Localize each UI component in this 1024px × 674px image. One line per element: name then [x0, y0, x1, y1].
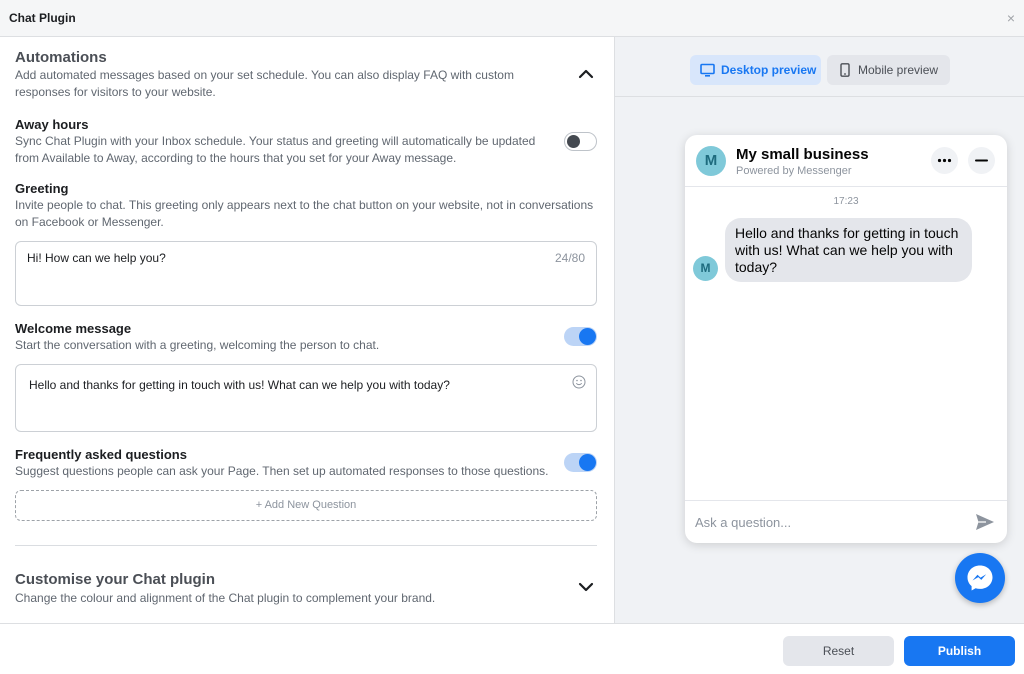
preview-toolbar: Desktop preview Mobile preview — [615, 37, 1024, 97]
minimize-button[interactable] — [968, 147, 995, 174]
welcome-message-input-value: Hello and thanks for getting in touch wi… — [29, 378, 450, 392]
messenger-icon — [967, 565, 993, 591]
reset-button[interactable]: Reset — [783, 636, 894, 666]
chat-composer[interactable]: Ask a question... — [685, 500, 1007, 543]
chevron-up-icon[interactable] — [577, 67, 595, 81]
avatar: M — [696, 146, 726, 176]
welcome-message-description: Start the conversation with a greeting, … — [15, 338, 380, 352]
settings-panel: Automations Add automated messages based… — [0, 37, 614, 623]
toggle-knob — [567, 135, 580, 148]
more-icon — [937, 158, 952, 163]
chevron-down-icon[interactable] — [577, 580, 595, 594]
greeting-char-count: 24/80 — [554, 251, 585, 265]
preview-panel: Desktop preview Mobile preview M My smal… — [614, 37, 1024, 623]
business-name: My small business — [736, 146, 869, 163]
automations-description: Add automated messages based on your set… — [15, 68, 514, 99]
powered-by-text: Powered by Messenger — [736, 165, 852, 177]
add-new-question-button[interactable]: + Add New Question — [15, 490, 597, 521]
away-hours-title: Away hours — [15, 117, 89, 132]
desktop-preview-label: Desktop preview — [721, 63, 817, 77]
faq-description: Suggest questions people can ask your Pa… — [15, 464, 549, 478]
window-title: Chat Plugin — [9, 11, 76, 25]
toggle-knob — [579, 328, 596, 345]
welcome-message-toggle[interactable] — [564, 327, 597, 346]
mobile-icon — [840, 63, 850, 77]
close-icon[interactable]: × — [1007, 9, 1015, 27]
section-divider — [15, 545, 597, 546]
chat-preview-window: M My small business Powered by Messenger… — [685, 135, 1007, 543]
send-icon[interactable] — [975, 512, 995, 532]
greeting-input-value: Hi! How can we help you? — [27, 251, 166, 265]
title-bar: Chat Plugin × — [0, 0, 1024, 37]
smiley-icon[interactable] — [572, 375, 586, 389]
desktop-preview-button[interactable]: Desktop preview — [690, 55, 821, 85]
footer-bar: Reset Publish — [0, 623, 1024, 674]
publish-button[interactable]: Publish — [904, 636, 1015, 666]
welcome-message-title: Welcome message — [15, 321, 132, 336]
chat-header: M My small business Powered by Messenger — [685, 135, 1007, 187]
faq-title: Frequently asked questions — [15, 447, 187, 462]
away-hours-description: Sync Chat Plugin with your Inbox schedul… — [15, 134, 536, 165]
greeting-description: Invite people to chat. This greeting onl… — [15, 198, 594, 229]
minimize-icon — [975, 159, 988, 162]
message-timestamp: 17:23 — [833, 196, 859, 207]
mobile-preview-label: Mobile preview — [858, 63, 939, 77]
customise-description: Change the colour and alignment of the C… — [15, 591, 436, 605]
away-hours-toggle[interactable] — [564, 132, 597, 151]
desktop-icon — [700, 63, 715, 77]
automations-title: Automations — [15, 49, 107, 66]
toggle-knob — [579, 454, 596, 471]
greeting-input[interactable]: Hi! How can we help you? 24/80 — [15, 241, 597, 306]
greeting-title: Greeting — [15, 181, 69, 196]
avatar: M — [693, 256, 718, 281]
more-options-button[interactable] — [931, 147, 958, 174]
welcome-message-input[interactable]: Hello and thanks for getting in touch wi… — [15, 364, 597, 432]
faq-toggle[interactable] — [564, 453, 597, 472]
mobile-preview-button[interactable]: Mobile preview — [827, 55, 950, 85]
customise-title: Customise your Chat plugin — [15, 571, 216, 588]
messenger-chat-button[interactable] — [955, 553, 1005, 603]
message-bubble: Hello and thanks for getting in touch wi… — [725, 218, 972, 282]
ask-question-input[interactable]: Ask a question... — [695, 515, 791, 530]
